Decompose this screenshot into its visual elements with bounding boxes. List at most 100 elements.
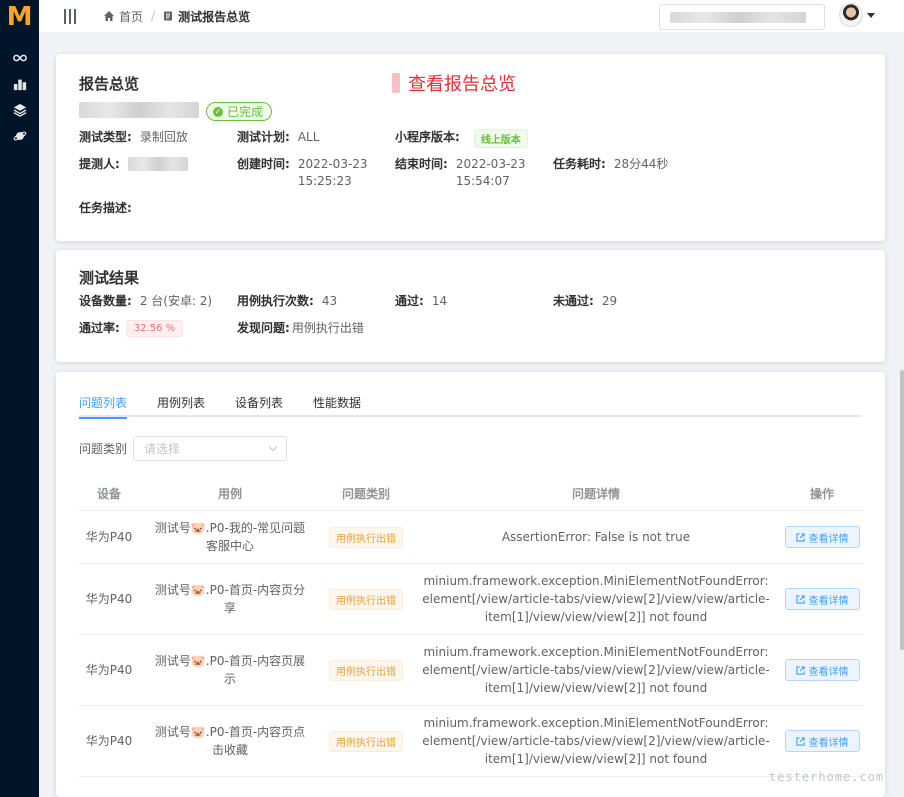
tab-devices[interactable]: 设备列表 bbox=[235, 394, 283, 417]
row-action: 查看详情 bbox=[781, 526, 863, 548]
blurred-content bbox=[670, 11, 806, 23]
row-device: 华为P40 bbox=[85, 734, 133, 748]
test-type-field: 测试类型: 录制回放 bbox=[79, 129, 188, 146]
breadcrumb-home-label: 首页 bbox=[119, 9, 144, 24]
pass-rate-badge: 32.56 % bbox=[125, 320, 184, 337]
view-details-button[interactable]: 查看详情 bbox=[784, 730, 860, 752]
breadcrumb-separator: / bbox=[151, 9, 156, 23]
header-action: 操作 bbox=[809, 487, 834, 501]
view-details-button[interactable]: 查看详情 bbox=[784, 588, 860, 610]
issues-field: 发现问题: 用例执行出错 bbox=[237, 320, 364, 337]
ended-time: 15:54:07 bbox=[455, 174, 510, 188]
breadcrumb: 首页 / 测试报告总览 bbox=[104, 8, 250, 25]
type-tag: 用例执行出错 bbox=[329, 526, 403, 548]
table-row: 华为P40 测试号🐷.P0-首页-内容页点击收藏 用例执行出错 minium.f… bbox=[79, 706, 863, 777]
row-device: 华为P40 bbox=[85, 663, 133, 677]
submitter-blurred bbox=[127, 157, 188, 171]
planet-icon[interactable] bbox=[0, 123, 39, 149]
created-time: 15:25:23 bbox=[297, 174, 352, 188]
submitter-field: 提测人: bbox=[79, 156, 188, 173]
page-scrollbar[interactable] bbox=[900, 370, 904, 650]
tab-bar: 问题列表 用例列表 设备列表 性能数据 bbox=[79, 394, 861, 419]
breadcrumb-current: 测试报告总览 bbox=[163, 8, 250, 25]
failed-label: 未通过: bbox=[553, 294, 594, 308]
view-overview-link[interactable]: 查看报告总览 bbox=[392, 70, 516, 96]
pass-rate-label: 通过率: bbox=[79, 321, 120, 335]
home-icon bbox=[104, 11, 114, 21]
ended-field: 结束时间: 2022-03-23 15:54:07 bbox=[395, 156, 526, 190]
passed-label: 通过: bbox=[395, 294, 424, 308]
tab-issues[interactable]: 问题列表 bbox=[79, 394, 128, 419]
app-logo[interactable]: M bbox=[0, 0, 39, 33]
table-row: 华为P40 测试号🐷.P0-我的-常见问题客服中心 用例执行出错 Asserti… bbox=[79, 511, 863, 564]
tab-performance[interactable]: 性能数据 bbox=[313, 394, 361, 417]
row-type: 用例执行出错 bbox=[321, 730, 411, 752]
row-type: 用例执行出错 bbox=[321, 588, 411, 610]
exec-count-field: 用例执行次数: 43 bbox=[237, 293, 337, 310]
type-tag: 用例执行出错 bbox=[329, 588, 403, 610]
header-device: 设备 bbox=[96, 487, 121, 501]
external-link-icon bbox=[795, 594, 805, 604]
avatar[interactable] bbox=[839, 3, 863, 27]
row-device: 华为P40 bbox=[85, 592, 133, 606]
type-tag: 用例执行出错 bbox=[329, 659, 403, 681]
created-field: 创建时间: 2022-03-23 15:25:23 bbox=[237, 156, 368, 190]
external-link-icon bbox=[795, 736, 805, 746]
bar-chart-icon[interactable] bbox=[0, 71, 39, 97]
row-action: 查看详情 bbox=[781, 730, 863, 752]
row-detail: minium.framework.exception.MiniElementNo… bbox=[422, 645, 770, 695]
duration-value: 28分44秒 bbox=[613, 157, 669, 171]
user-menu[interactable] bbox=[839, 3, 875, 27]
breadcrumb-home[interactable]: 首页 bbox=[104, 8, 143, 25]
test-results-card: 测试结果 设备数量: 2 台(安卓: 2) 用例执行次数: 43 通过: 14 … bbox=[56, 250, 885, 362]
header-case: 用例 bbox=[217, 487, 242, 501]
view-details-button[interactable]: 查看详情 bbox=[784, 659, 860, 681]
tab-cases[interactable]: 用例列表 bbox=[157, 394, 205, 417]
table-row: 华为P40 测试号🐷.P0-首页-内容页分享 用例执行出错 minium.fra… bbox=[79, 564, 863, 635]
failed-value: 29 bbox=[601, 294, 618, 308]
row-action: 查看详情 bbox=[781, 588, 863, 610]
plan-field: 测试计划: ALL bbox=[237, 129, 319, 146]
ended-label: 结束时间: bbox=[395, 157, 448, 171]
issue-type-select[interactable]: 请选择 bbox=[133, 436, 287, 461]
filter-label: 问题类别 bbox=[79, 442, 128, 456]
sidebar: M bbox=[0, 0, 39, 797]
external-link-icon bbox=[795, 665, 805, 675]
ended-date: 2022-03-23 bbox=[455, 157, 526, 171]
passed-value: 14 bbox=[431, 294, 448, 308]
created-label: 创建时间: bbox=[237, 157, 290, 171]
header-search-input[interactable] bbox=[659, 4, 825, 30]
row-type: 用例执行出错 bbox=[321, 659, 411, 681]
issues-card: 问题列表 用例列表 设备列表 性能数据 问题类别 请选择 设备 用例 问题类别 … bbox=[56, 372, 885, 797]
header-type: 问题类别 bbox=[341, 487, 390, 501]
device-count-field: 设备数量: 2 台(安卓: 2) bbox=[79, 293, 212, 310]
row-case: 测试号🐷.P0-我的-常见问题客服中心 bbox=[154, 521, 306, 553]
check-circle-icon: ✓ bbox=[213, 106, 223, 117]
status-label: 已完成 bbox=[227, 105, 264, 119]
row-case: 测试号🐷.P0-首页-内容页展示 bbox=[154, 654, 306, 686]
row-type: 用例执行出错 bbox=[321, 526, 411, 548]
row-detail: minium.framework.exception.MiniElementNo… bbox=[422, 716, 770, 766]
test-type-label: 测试类型: bbox=[79, 130, 132, 144]
infinity-icon[interactable] bbox=[0, 45, 39, 71]
issues-link[interactable]: 用例执行出错 bbox=[292, 320, 364, 337]
plan-label: 测试计划: bbox=[237, 130, 290, 144]
plan-value: ALL bbox=[297, 130, 320, 144]
select-placeholder: 请选择 bbox=[144, 442, 181, 456]
breadcrumb-current-label: 测试报告总览 bbox=[178, 9, 251, 24]
table-row: 华为P40 测试号🐷.P0-首页-内容页展示 用例执行出错 minium.fra… bbox=[79, 635, 863, 706]
exec-count-label: 用例执行次数: bbox=[237, 294, 314, 308]
created-date: 2022-03-23 bbox=[297, 157, 368, 171]
view-details-button[interactable]: 查看详情 bbox=[784, 526, 860, 548]
version-field: 小程序版本: 线上版本 bbox=[395, 129, 528, 148]
menu-toggle-icon[interactable] bbox=[64, 8, 76, 24]
row-device: 华为P40 bbox=[85, 530, 133, 544]
chevron-down-icon bbox=[268, 442, 278, 452]
table-header: 设备 用例 问题类别 问题详情 操作 bbox=[79, 477, 863, 511]
caret-down-icon bbox=[867, 12, 875, 18]
layers-icon[interactable] bbox=[0, 97, 39, 123]
row-action: 查看详情 bbox=[781, 659, 863, 681]
document-icon bbox=[164, 11, 173, 21]
overview-title: 报告总览 bbox=[79, 75, 140, 93]
passed-field: 通过: 14 bbox=[395, 293, 447, 310]
